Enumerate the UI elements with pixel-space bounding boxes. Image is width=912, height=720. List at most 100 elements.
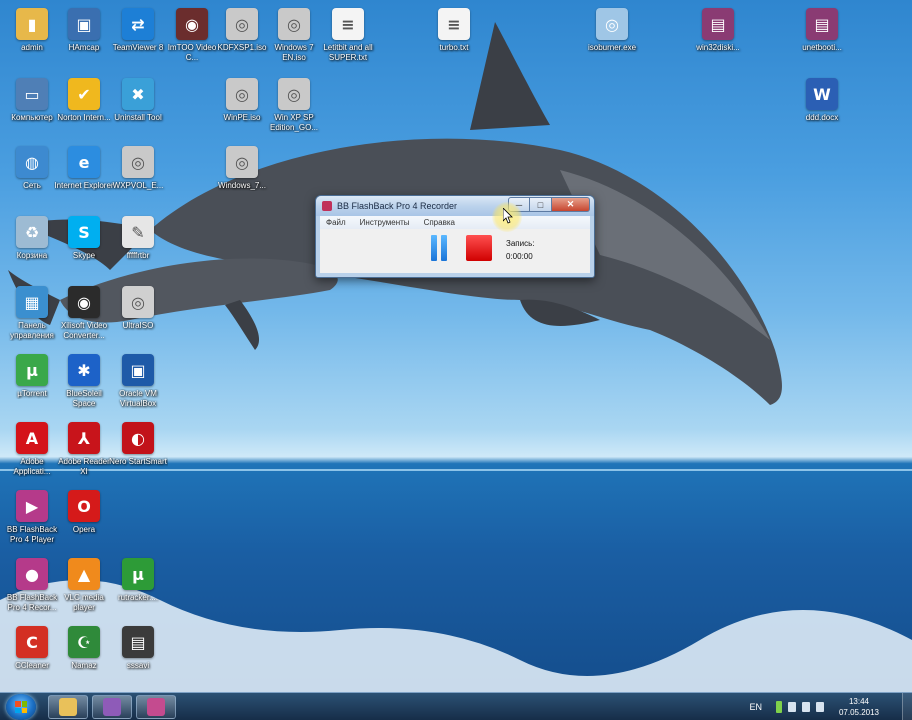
show-desktop-button[interactable] [902, 693, 912, 720]
desktop-icon-glyph: ◎ [226, 146, 258, 178]
desktop-icon[interactable]: ◎ WXPVOL_E... [110, 142, 166, 208]
desktop-icon[interactable]: O Opera [56, 486, 112, 552]
desktop-icon[interactable]: ✱ BlueSoleil Space [56, 350, 112, 416]
desktop-icon[interactable]: ≡ Letitbit and all SUPER.txt [320, 4, 376, 70]
desktop-icon-glyph: ◉ [176, 8, 208, 40]
menu-bar: Файл Инструменты Справка [320, 216, 590, 229]
desktop-icon[interactable]: Wddd.docx [794, 74, 850, 140]
desktop-icon[interactable]: ◉ ImTOO Video C... [164, 4, 220, 70]
desktop-icon[interactable]: ▤ unetbooti... [794, 4, 850, 70]
desktop-icon[interactable]: ▤ win32diski... [690, 4, 746, 70]
desktop-icon[interactable]: C CCleaner [4, 622, 60, 688]
desktop-icon-glyph: ● [16, 558, 48, 590]
desktop-icon[interactable]: ◎ Win XP SP Edition_GO... [266, 74, 322, 140]
desktop-icon-glyph: ≡ [332, 8, 364, 40]
desktop-icon[interactable]: ▦ Панель управления [4, 282, 60, 348]
desktop-icon-label: Панель управления [10, 321, 54, 340]
close-button[interactable]: ✕ [552, 197, 590, 212]
desktop-icon[interactable]: ✎ fffffrtbr [110, 212, 166, 278]
record-label: Запись: [506, 239, 535, 248]
desktop-icon-label: Windows 7 EN.iso [274, 43, 314, 62]
tray-arrow-icon[interactable] [788, 702, 796, 712]
desktop-icon-glyph: ◎ [226, 8, 258, 40]
desktop-icon[interactable]: ◍ Сеть [4, 142, 60, 208]
desktop-icon[interactable]: ✖ Uninstall Tool [110, 74, 166, 140]
explorer-icon [59, 698, 77, 716]
desktop-icon-label: WXPVOL_E... [112, 181, 164, 190]
desktop-icon[interactable]: e Internet Explorer [54, 142, 114, 208]
desktop-icon-glyph: ◉ [68, 286, 100, 318]
desktop-icon[interactable]: ▮ admin [4, 4, 60, 70]
desktop-icon[interactable]: ▣ Oracle VM VirtualBox [110, 350, 166, 416]
network-icon[interactable] [802, 702, 810, 712]
desktop-icon[interactable]: ● BB FlashBack Pro 4 Recor... [4, 554, 60, 620]
desktop-icon[interactable]: ▤ sssavi [110, 622, 166, 688]
windows-logo-icon [15, 701, 27, 713]
desktop-icon[interactable]: ⅄ Adobe Reader XI [56, 418, 112, 484]
desktop-icon[interactable]: ≡ turbo.txt [426, 4, 482, 70]
window-titlebar[interactable]: BB FlashBack Pro 4 Recorder ─ □ ✕ [316, 196, 594, 216]
desktop-icon-label: Windows_7... [217, 181, 267, 190]
taskbar-button-flashback-recorder[interactable] [136, 695, 176, 719]
desktop-icon-label: Letitbit and all SUPER.txt [323, 43, 373, 62]
desktop-icon-label: BB FlashBack Pro 4 Player [6, 525, 58, 544]
desktop-icon[interactable]: ▭ Компьютер [4, 74, 60, 140]
desktop-icon[interactable]: S Skype [56, 212, 112, 278]
desktop-icon-label: win32diski... [696, 43, 740, 52]
desktop-icon-glyph: ✱ [68, 354, 100, 386]
taskbar-button-visual-studio[interactable] [92, 695, 132, 719]
desktop-icon-label: Сеть [23, 181, 41, 190]
desktop-icon[interactable]: ◐ Nero StartSmart [109, 418, 167, 484]
language-indicator[interactable]: EN [749, 702, 762, 712]
desktop-icon[interactable]: ◎ isoburner.exe [584, 4, 640, 70]
flashback-recorder-window[interactable]: BB FlashBack Pro 4 Recorder ─ □ ✕ Файл И… [315, 195, 595, 278]
desktop-icon[interactable]: ▲ VLC media player [56, 554, 112, 620]
window-title: BB FlashBack Pro 4 Recorder [337, 201, 458, 211]
clock[interactable]: 13:44 07.05.2013 [830, 696, 888, 718]
menu-help[interactable]: Справка [424, 218, 455, 227]
desktop-icon-glyph: S [68, 216, 100, 248]
start-button[interactable] [6, 694, 36, 720]
desktop-icon-glyph: ♻ [16, 216, 48, 248]
pause-button[interactable] [426, 235, 452, 261]
desktop-icon[interactable]: ✔ Norton Intern... [56, 74, 112, 140]
desktop-icon[interactable]: ◎ WinPE.iso [214, 74, 270, 140]
desktop-icon-glyph: ▣ [122, 354, 154, 386]
desktop-icon[interactable]: µ µTorrent [4, 350, 60, 416]
stop-button[interactable] [466, 235, 492, 261]
desktop-icon-label: Adobe Applicati... [13, 457, 51, 476]
desktop-icon[interactable]: ⇄ TeamViewer 8 [110, 4, 166, 70]
desktop-icon[interactable]: ☪ Namaz [56, 622, 112, 688]
desktop-icon-label: UltraISO [122, 321, 154, 330]
maximize-button[interactable]: □ [530, 197, 552, 212]
desktop-icon-glyph: ⅄ [68, 422, 100, 454]
desktop-icon[interactable]: ◎ UltraISO [110, 282, 166, 348]
desktop-icon[interactable]: ◎ KDFXSP1.iso [214, 4, 270, 70]
pause-icon [441, 235, 447, 261]
desktop-icon-label: Adobe Reader XI [58, 457, 110, 476]
desktop-icon[interactable]: ◎ Windows_7... [214, 142, 270, 208]
desktop-icon-glyph: O [68, 490, 100, 522]
desktop-icon-glyph: ▮ [16, 8, 48, 40]
taskbar-button-explorer[interactable] [48, 695, 88, 719]
clock-date: 07.05.2013 [838, 708, 880, 717]
desktop-icon-label: Oracle VM VirtualBox [119, 389, 157, 408]
desktop-icon-glyph: µ [16, 354, 48, 386]
desktop-icon-glyph: ▭ [16, 78, 48, 110]
desktop-icon[interactable]: µ rutracker.... [110, 554, 166, 620]
desktop-icon[interactable]: ◎ Windows 7 EN.iso [266, 4, 322, 70]
desktop-icon[interactable]: A Adobe Applicati... [4, 418, 60, 484]
battery-icon[interactable] [776, 701, 782, 713]
desktop-icon[interactable]: ▶ BB FlashBack Pro 4 Player [4, 486, 60, 552]
desktop-icon-glyph: ◐ [122, 422, 154, 454]
menu-tools[interactable]: Инструменты [360, 218, 410, 227]
volume-icon[interactable] [816, 702, 824, 712]
desktop-icon-label: Корзина [16, 251, 48, 260]
desktop-icon-label: sssavi [126, 661, 150, 670]
desktop-icon-glyph: ▤ [806, 8, 838, 40]
menu-file[interactable]: Файл [326, 218, 346, 227]
desktop-icon[interactable]: ♻ Корзина [4, 212, 60, 278]
desktop-icon[interactable]: ▣ HAmcap [56, 4, 112, 70]
desktop-icon[interactable]: ◉ Xilisoft Video Converter... [56, 282, 112, 348]
desktop-icon-label: KDFXSP1.iso [217, 43, 267, 52]
